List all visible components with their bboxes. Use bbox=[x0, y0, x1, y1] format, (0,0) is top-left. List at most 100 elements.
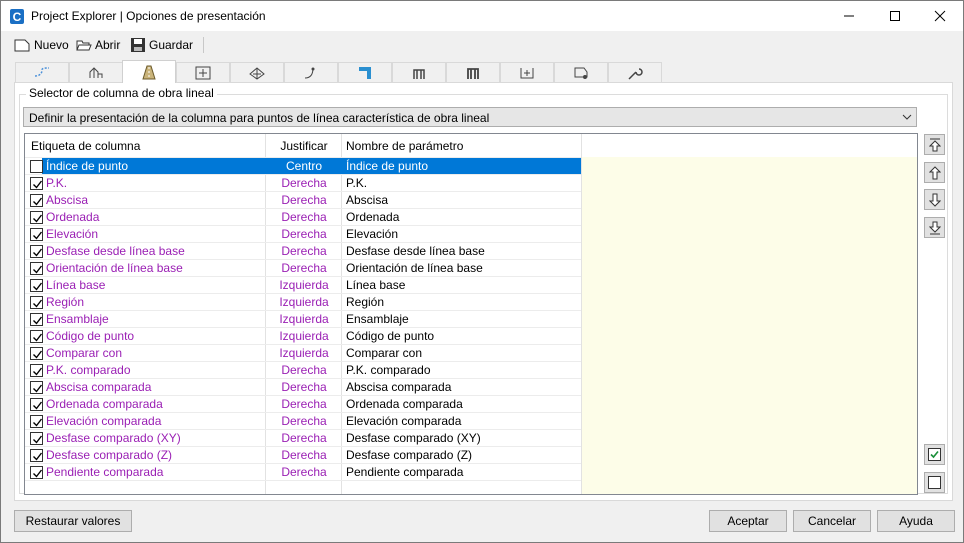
row-checkbox[interactable] bbox=[30, 160, 43, 173]
cell-param-name[interactable]: Comparar con bbox=[346, 345, 578, 362]
table-row[interactable]: Desfase comparado (XY) Derecha Desfase com… bbox=[25, 430, 917, 447]
header-column-label[interactable]: Etiqueta de columna bbox=[31, 134, 261, 157]
cell-justify[interactable]: Derecha bbox=[267, 243, 341, 260]
table-row[interactable]: Ordenada Derecha Ordenada bbox=[25, 209, 917, 226]
cell-column-label[interactable]: P.K. bbox=[46, 175, 266, 192]
tab-corridor[interactable] bbox=[122, 60, 176, 83]
cell-column-label[interactable]: Ensamblaje bbox=[46, 311, 266, 328]
cell-column-label[interactable]: Desfase comparado (XY) bbox=[46, 430, 266, 447]
cell-param-name[interactable]: Desfase comparado (Z) bbox=[346, 447, 578, 464]
cell-param-name[interactable]: Elevación comparada bbox=[346, 413, 578, 430]
header-param-name[interactable]: Nombre de parámetro bbox=[346, 134, 576, 157]
cancel-button[interactable]: Cancelar bbox=[793, 510, 871, 532]
cell-justify[interactable]: Derecha bbox=[267, 175, 341, 192]
tab-surface[interactable] bbox=[230, 62, 284, 82]
table-row[interactable]: Desfase desde línea base Derecha Desfase d… bbox=[25, 243, 917, 260]
column-selector-dropdown[interactable]: Definir la presentación de la columna pa… bbox=[23, 107, 917, 127]
save-button[interactable]: Guardar bbox=[130, 35, 193, 55]
cell-justify[interactable]: Derecha bbox=[267, 413, 341, 430]
cell-column-label[interactable]: Abscisa bbox=[46, 192, 266, 209]
row-checkbox[interactable] bbox=[30, 466, 43, 479]
row-checkbox[interactable] bbox=[30, 296, 43, 309]
cell-justify[interactable]: Derecha bbox=[267, 464, 341, 481]
table-row[interactable]: Ensamblaje Izquierda Ensamblaje bbox=[25, 311, 917, 328]
tab-sample-lines[interactable] bbox=[176, 62, 230, 82]
tab-profile[interactable] bbox=[69, 62, 123, 82]
close-button[interactable] bbox=[917, 1, 963, 31]
new-button[interactable]: Nuevo bbox=[13, 35, 69, 55]
cell-justify[interactable]: Derecha bbox=[267, 209, 341, 226]
row-checkbox[interactable] bbox=[30, 432, 43, 445]
row-checkbox[interactable] bbox=[30, 330, 43, 343]
table-row[interactable]: Código de punto Izquierda Código de punto bbox=[25, 328, 917, 345]
header-justify[interactable]: Justificar bbox=[267, 134, 341, 157]
cell-param-name[interactable]: Desfase comparado (XY) bbox=[346, 430, 578, 447]
column-grid[interactable]: Etiqueta de columna Justificar Nombre de… bbox=[24, 133, 918, 495]
tab-pressure-network[interactable] bbox=[392, 62, 446, 82]
tab-assembly[interactable] bbox=[446, 62, 500, 82]
table-row[interactable]: Ordenada comparada Derecha Ordenada compar… bbox=[25, 396, 917, 413]
row-checkbox[interactable] bbox=[30, 245, 43, 258]
cell-column-label[interactable]: Ordenada comparada bbox=[46, 396, 266, 413]
table-row[interactable]: Índice de punto Centro Índice de punto bbox=[25, 158, 917, 175]
row-checkbox[interactable] bbox=[30, 228, 43, 241]
table-row[interactable]: Pendiente comparada Derecha Pendiente comp… bbox=[25, 464, 917, 481]
maximize-button[interactable] bbox=[872, 1, 918, 31]
cell-param-name[interactable]: P.K. comparado bbox=[346, 362, 578, 379]
row-checkbox[interactable] bbox=[30, 279, 43, 292]
row-checkbox[interactable] bbox=[30, 381, 43, 394]
table-row[interactable]: Desfase comparado (Z) Derecha Desfase comp… bbox=[25, 447, 917, 464]
move-to-top-button[interactable] bbox=[924, 134, 945, 155]
table-row[interactable]: Línea base Izquierda Línea base bbox=[25, 277, 917, 294]
cell-param-name[interactable]: Abscisa bbox=[346, 192, 578, 209]
table-row[interactable]: Elevación comparada Derecha Elevación comp… bbox=[25, 413, 917, 430]
cell-justify[interactable]: Derecha bbox=[267, 226, 341, 243]
cell-column-label[interactable]: Región bbox=[46, 294, 266, 311]
open-button[interactable]: Abrir bbox=[76, 35, 120, 55]
cell-column-label[interactable]: Ordenada bbox=[46, 209, 266, 226]
cell-justify[interactable]: Derecha bbox=[267, 396, 341, 413]
cell-justify[interactable]: Derecha bbox=[267, 447, 341, 464]
row-checkbox[interactable] bbox=[30, 262, 43, 275]
cell-justify[interactable]: Derecha bbox=[267, 379, 341, 396]
tab-pipe-network[interactable] bbox=[338, 62, 392, 82]
check-all-button[interactable] bbox=[924, 444, 945, 465]
cell-param-name[interactable]: Orientación de línea base bbox=[346, 260, 578, 277]
cell-param-name[interactable]: Ordenada bbox=[346, 209, 578, 226]
restore-values-button[interactable]: Restaurar valores bbox=[14, 510, 132, 532]
move-up-button[interactable] bbox=[924, 162, 945, 183]
table-row[interactable]: Elevación Derecha Elevación bbox=[25, 226, 917, 243]
cell-param-name[interactable]: Región bbox=[346, 294, 578, 311]
row-checkbox[interactable] bbox=[30, 364, 43, 377]
cell-justify[interactable]: Izquierda bbox=[267, 328, 341, 345]
cell-column-label[interactable]: Elevación comparada bbox=[46, 413, 266, 430]
cell-column-label[interactable]: P.K. comparado bbox=[46, 362, 266, 379]
cell-param-name[interactable]: Ensamblaje bbox=[346, 311, 578, 328]
row-checkbox[interactable] bbox=[30, 415, 43, 428]
tab-parcel[interactable] bbox=[554, 62, 608, 82]
row-checkbox[interactable] bbox=[30, 398, 43, 411]
row-checkbox[interactable] bbox=[30, 347, 43, 360]
table-row[interactable]: Orientación de línea base Derecha Orientac… bbox=[25, 260, 917, 277]
table-row[interactable]: Abscisa comparada Derecha Abscisa comparad… bbox=[25, 379, 917, 396]
cell-justify[interactable]: Derecha bbox=[267, 430, 341, 447]
cell-justify[interactable]: Derecha bbox=[267, 362, 341, 379]
cell-column-label[interactable]: Pendiente comparada bbox=[46, 464, 266, 481]
table-row[interactable]: Región Izquierda Región bbox=[25, 294, 917, 311]
row-checkbox[interactable] bbox=[30, 211, 43, 224]
move-down-button[interactable] bbox=[924, 189, 945, 210]
cell-param-name[interactable]: Elevación bbox=[346, 226, 578, 243]
accept-button[interactable]: Aceptar bbox=[709, 510, 787, 532]
tab-settings[interactable] bbox=[608, 62, 662, 82]
cell-column-label[interactable]: Desfase comparado (Z) bbox=[46, 447, 266, 464]
help-button[interactable]: Ayuda bbox=[877, 510, 955, 532]
table-row[interactable]: Comparar con Izquierda Comparar con bbox=[25, 345, 917, 362]
cell-column-label[interactable]: Código de punto bbox=[46, 328, 266, 345]
uncheck-all-button[interactable] bbox=[924, 472, 945, 493]
cell-param-name[interactable]: Pendiente comparada bbox=[346, 464, 578, 481]
row-checkbox[interactable] bbox=[30, 449, 43, 462]
cell-param-name[interactable]: Línea base bbox=[346, 277, 578, 294]
cell-justify[interactable]: Derecha bbox=[267, 192, 341, 209]
row-checkbox[interactable] bbox=[30, 313, 43, 326]
cell-param-name[interactable]: Índice de punto bbox=[346, 158, 578, 175]
